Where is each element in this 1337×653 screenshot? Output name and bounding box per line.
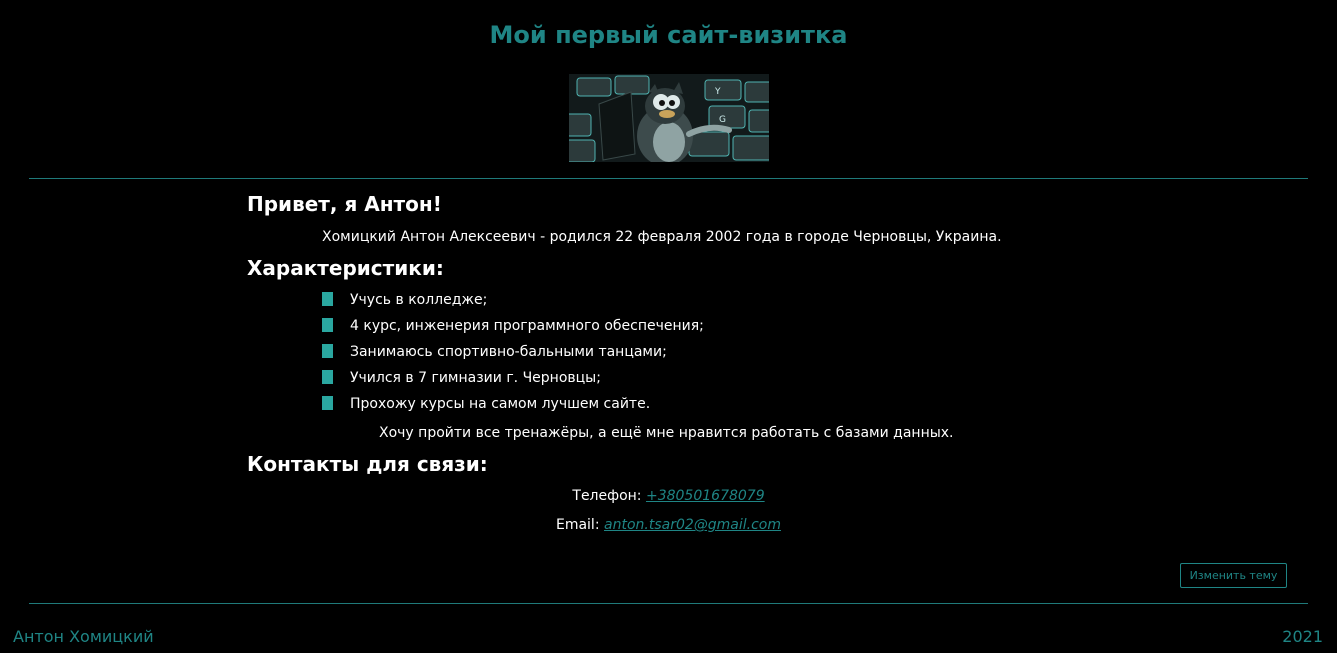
phone-label: Телефон: [572, 488, 642, 504]
list-item-text: 4 курс, инженерия программного обеспечен… [350, 318, 704, 334]
bio-text: Хомицкий Антон Алексеевич - родился 22 ф… [322, 229, 1002, 245]
footer-year: 2021 [1282, 627, 1323, 646]
change-theme-button[interactable]: Изменить тему [1180, 563, 1287, 588]
interests-text: Хочу пройти все тренажёры, а ещё мне нра… [379, 425, 954, 441]
list-item: 4 курс, инженерия программного обеспечен… [322, 316, 704, 342]
site-title: Мой первый сайт-визитка [489, 21, 848, 49]
list-item-text: Занимаюсь спортивно-бальными танцами; [350, 344, 667, 360]
square-bullet-icon [322, 344, 333, 358]
footer-author: Антон Хомицкий [13, 627, 154, 646]
penguin-keyboard-image: Y G [569, 74, 769, 162]
email-link[interactable]: anton.tsar02@gmail.com [604, 517, 781, 533]
square-bullet-icon [322, 370, 333, 384]
list-item: Учусь в колледже; [322, 290, 704, 316]
email-label: Email: [555, 517, 600, 533]
square-bullet-icon [322, 318, 333, 332]
features-list: Учусь в колледже; 4 курс, инженерия прог… [322, 290, 704, 420]
list-item-text: Учился в 7 гимназии г. Черновцы; [350, 370, 601, 386]
phone-link[interactable]: +380501678079 [646, 488, 765, 504]
square-bullet-icon [322, 292, 333, 306]
greeting-heading: Привет, я Антон! [247, 192, 442, 216]
footer-divider [29, 603, 1308, 604]
header-divider [29, 178, 1308, 179]
svg-text:Y: Y [714, 87, 721, 97]
square-bullet-icon [322, 396, 333, 410]
phone-contact: Телефон: +380501678079 [0, 487, 1337, 505]
features-heading: Характеристики: [247, 256, 444, 280]
list-item: Учился в 7 гимназии г. Черновцы; [322, 368, 704, 394]
email-contact: Email: anton.tsar02@gmail.com [0, 516, 1337, 534]
svg-text:G: G [719, 115, 726, 125]
list-item: Прохожу курсы на самом лучшем сайте. [322, 394, 704, 420]
list-item-text: Прохожу курсы на самом лучшем сайте. [350, 396, 651, 412]
contacts-heading: Контакты для связи: [247, 452, 488, 476]
list-item-text: Учусь в колледже; [350, 292, 488, 308]
list-item: Занимаюсь спортивно-бальными танцами; [322, 342, 704, 368]
